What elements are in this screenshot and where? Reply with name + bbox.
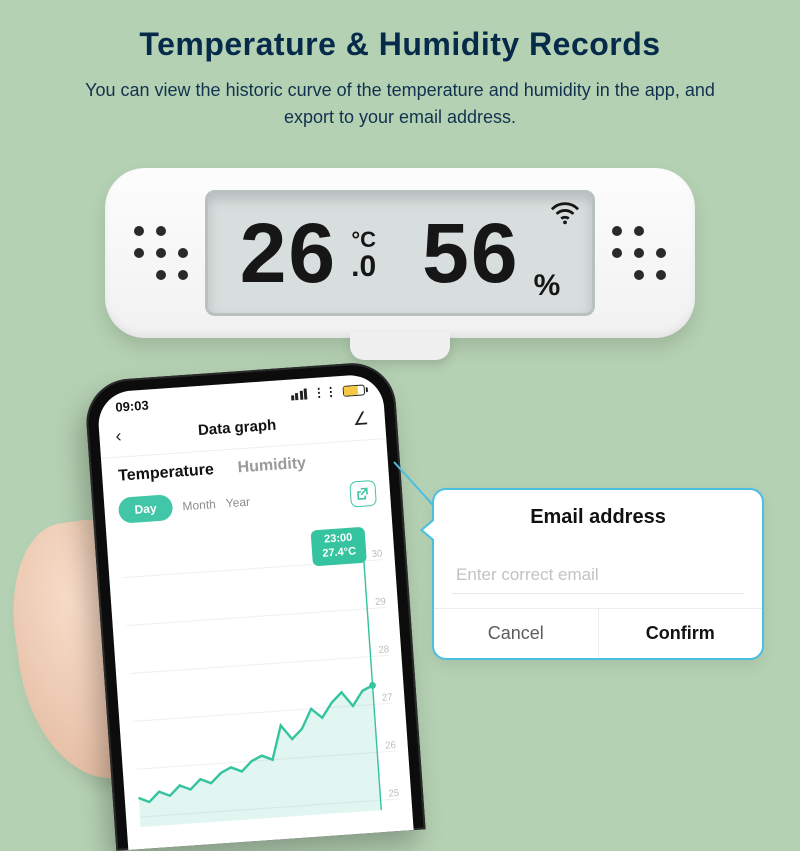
edit-button[interactable]: ∠	[352, 408, 370, 430]
svg-text:27: 27	[382, 692, 393, 704]
humidity-unit: %	[534, 269, 561, 303]
dialog-title: Email address	[434, 506, 762, 529]
speaker-grille-left	[131, 223, 191, 283]
temperature-decimal: .0	[351, 255, 376, 279]
email-input[interactable]: Enter correct email	[434, 565, 762, 593]
temperature-value: 26	[240, 211, 337, 295]
email-export-dialog: Email address Enter correct email Cancel…	[432, 488, 764, 660]
range-month[interactable]: Month	[182, 497, 216, 513]
tab-temperature[interactable]: Temperature	[118, 461, 215, 486]
page-title: Temperature & Humidity Records	[0, 0, 800, 63]
phone-screen: 09:03 ⋮⋮ ‹ Data graph ∠ Temperature Humi…	[96, 373, 413, 850]
svg-text:29: 29	[375, 596, 386, 608]
page-subtitle: You can view the historic curve of the t…	[60, 77, 740, 131]
signal-icon	[290, 388, 307, 400]
export-icon	[356, 486, 371, 501]
cancel-button[interactable]: Cancel	[434, 609, 598, 658]
svg-text:26: 26	[385, 740, 396, 752]
speaker-grille-right	[609, 223, 669, 283]
status-time: 09:03	[115, 397, 149, 414]
screen-title: Data graph	[197, 417, 276, 439]
humidity-value: 56	[422, 211, 519, 295]
phone-frame: 09:03 ⋮⋮ ‹ Data graph ∠ Temperature Humi…	[84, 360, 426, 850]
lcd-display: 26 °C .0 56 %	[205, 190, 595, 316]
sensor-device: 26 °C .0 56 %	[105, 168, 695, 338]
svg-text:30: 30	[371, 548, 383, 560]
wifi-icon	[550, 201, 580, 225]
svg-text:25: 25	[388, 788, 400, 800]
wifi-small-icon: ⋮⋮	[312, 384, 337, 400]
range-year[interactable]: Year	[225, 495, 250, 511]
back-button[interactable]: ‹	[115, 425, 122, 446]
chart-tooltip: 23:00 27.4°C	[311, 527, 367, 566]
confirm-button[interactable]: Confirm	[599, 609, 763, 658]
svg-text:28: 28	[378, 644, 389, 656]
export-button[interactable]	[349, 480, 377, 508]
battery-icon	[342, 384, 365, 397]
temperature-chart[interactable]: 23:00 27.4°C 30 29 28 27 26 25	[117, 519, 403, 827]
tab-humidity[interactable]: Humidity	[237, 455, 307, 478]
range-day[interactable]: Day	[118, 494, 174, 524]
phone-in-hand: 09:03 ⋮⋮ ‹ Data graph ∠ Temperature Humi…	[28, 370, 448, 840]
